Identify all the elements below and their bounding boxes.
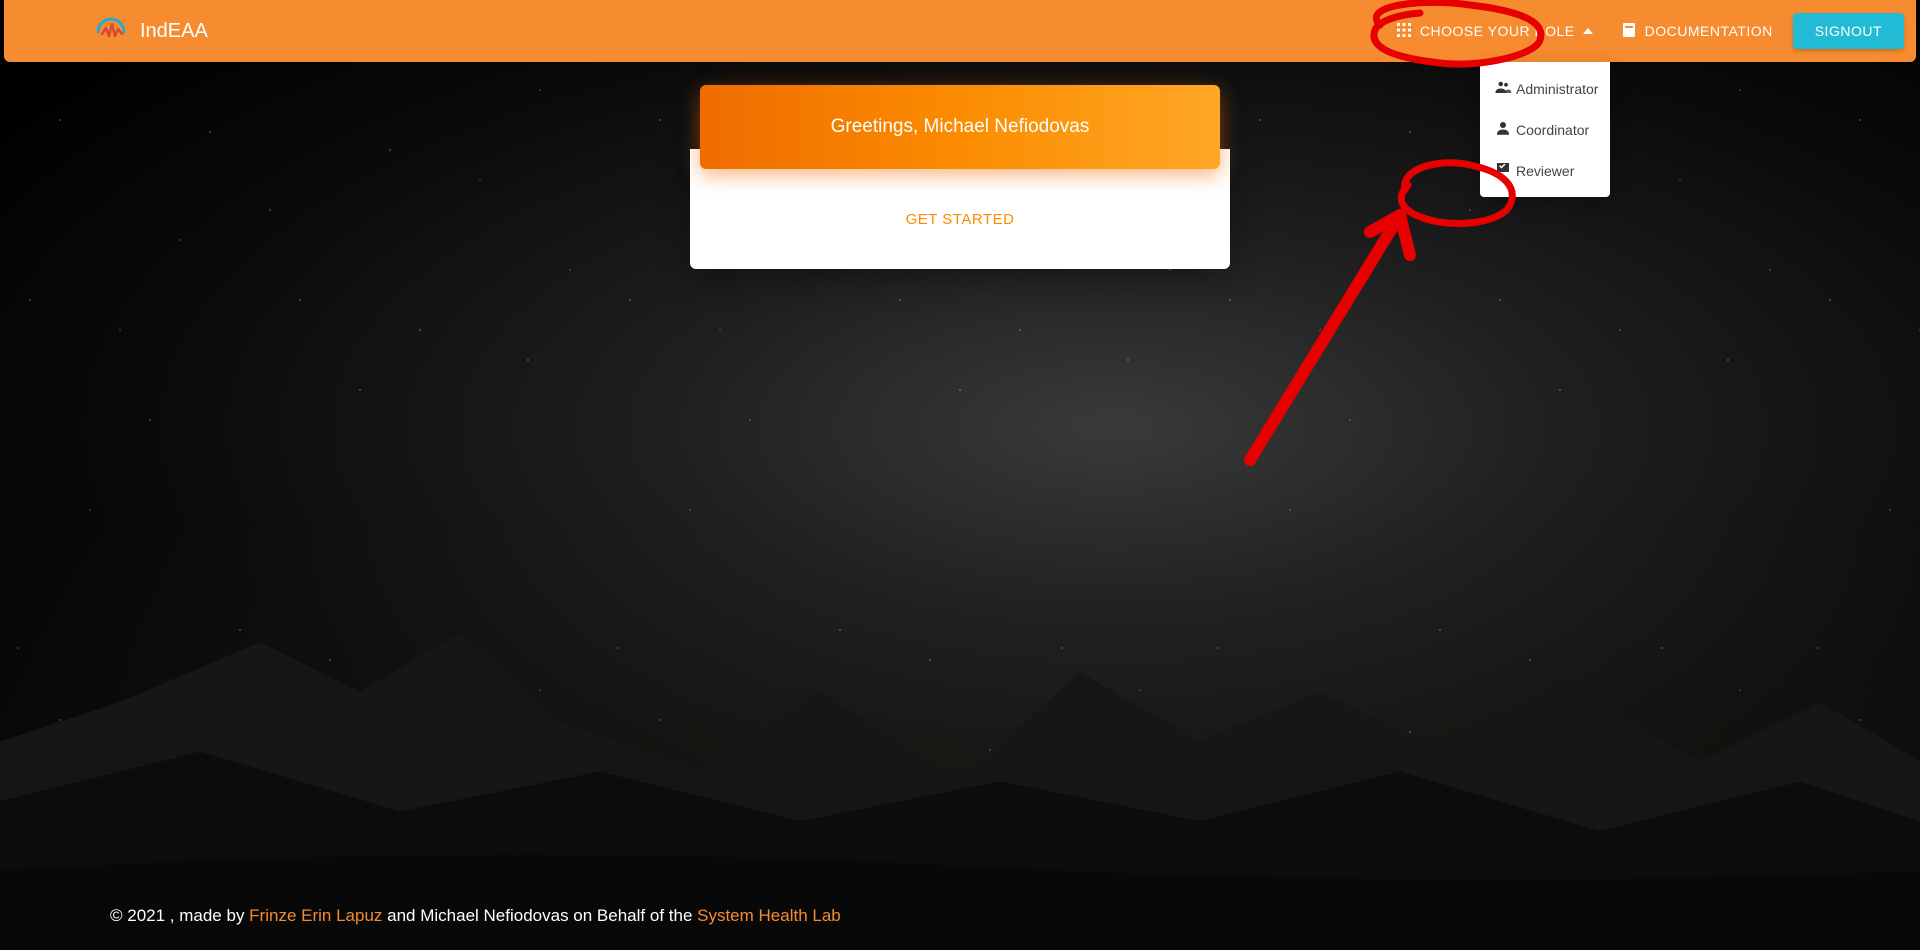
app-header: IndEAA CHOOSE YOUR ROLE DOCUMENTATION SI… <box>4 0 1916 62</box>
signout-button[interactable]: SIGNOUT <box>1793 13 1904 49</box>
brand-title: IndEAA <box>140 20 208 43</box>
review-icon <box>1494 160 1512 181</box>
role-option-coordinator[interactable]: Coordinator <box>1480 109 1610 150</box>
role-option-administrator[interactable]: Administrator <box>1480 68 1610 109</box>
footer-org-link[interactable]: System Health Lab <box>697 906 841 925</box>
footer-mid-text: and Michael Nefiodovas on Behalf of the <box>387 906 697 925</box>
get-started-label: GET STARTED <box>906 211 1015 228</box>
role-option-label: Administrator <box>1516 81 1598 97</box>
brand[interactable]: IndEAA <box>94 12 208 51</box>
footer-copyright: © 2021 , made by <box>110 906 249 925</box>
document-icon <box>1621 22 1637 41</box>
brand-logo-icon <box>94 12 128 51</box>
person-icon <box>1494 119 1512 140</box>
role-dropdown: Administrator Coordinator Reviewer <box>1480 62 1610 197</box>
get-started-button[interactable]: GET STARTED <box>886 201 1035 238</box>
welcome-card: Greetings, Michael Nefiodovas GET STARTE… <box>690 85 1230 269</box>
role-option-reviewer[interactable]: Reviewer <box>1480 150 1610 191</box>
caret-up-icon <box>1583 28 1593 34</box>
choose-role-button[interactable]: CHOOSE YOUR ROLE <box>1382 14 1607 49</box>
group-icon <box>1494 78 1512 99</box>
role-option-label: Coordinator <box>1516 122 1589 138</box>
signout-label: SIGNOUT <box>1815 23 1882 39</box>
documentation-button[interactable]: DOCUMENTATION <box>1607 14 1787 49</box>
footer: © 2021 , made by Frinze Erin Lapuz and M… <box>0 882 1920 950</box>
footer-author-link[interactable]: Frinze Erin Lapuz <box>249 906 382 925</box>
welcome-card-header: Greetings, Michael Nefiodovas <box>700 85 1220 169</box>
documentation-label: DOCUMENTATION <box>1645 23 1773 39</box>
greeting-text: Greetings, Michael Nefiodovas <box>831 116 1090 138</box>
apps-icon <box>1396 22 1412 41</box>
choose-role-label: CHOOSE YOUR ROLE <box>1420 23 1575 39</box>
role-option-label: Reviewer <box>1516 163 1574 179</box>
